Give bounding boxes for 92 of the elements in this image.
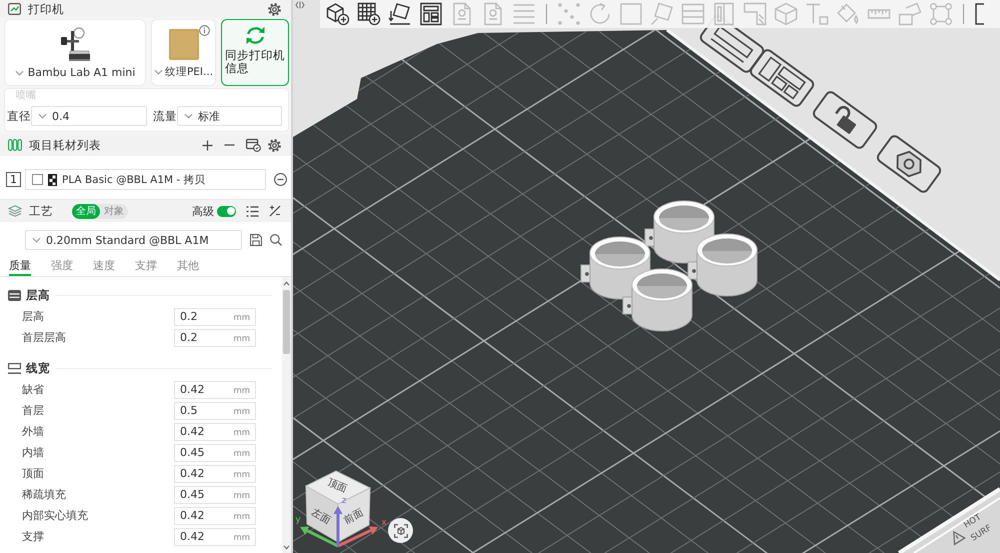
setting-label: 首层层高 xyxy=(22,330,67,345)
tab[interactable]: 强度 xyxy=(51,256,73,276)
filament-index: 1 xyxy=(6,172,21,187)
minus-icon[interactable] xyxy=(224,144,235,146)
filament-dropdown[interactable]: PLA Basic @BBL A1M - 拷贝 xyxy=(25,169,266,190)
warning-icon xyxy=(953,530,966,546)
ring-model xyxy=(688,234,758,296)
cube-face-label: 左面 xyxy=(310,507,332,527)
advanced-label: 高级 xyxy=(192,204,214,218)
layout-icon xyxy=(748,47,816,109)
setting-label: 支撑 xyxy=(22,529,45,544)
cube-face-label: 前面 xyxy=(342,508,366,526)
setting-field[interactable]: 0.42 mm xyxy=(174,528,256,546)
tab[interactable]: 速度 xyxy=(93,256,115,276)
cube-face-label: 顶面 xyxy=(326,477,348,495)
setting-label: 顶面 xyxy=(22,466,45,481)
settings-icon[interactable] xyxy=(268,138,281,152)
plus-minus-icon[interactable] xyxy=(269,205,281,217)
chevron-down-icon xyxy=(154,69,163,75)
save-icon[interactable] xyxy=(250,234,262,246)
tab[interactable]: 质量 xyxy=(9,256,31,276)
plate-name: 纹理PEI... xyxy=(164,65,214,79)
ring-model xyxy=(622,268,692,332)
printer-name: Bambu Lab A1 mini xyxy=(28,66,136,79)
scrollbar-thumb[interactable] xyxy=(283,290,290,354)
sync-printer-button[interactable]: 同步打印机信息 xyxy=(221,19,289,86)
setting-field[interactable]: 0.45 mm xyxy=(174,486,256,504)
info-icon[interactable] xyxy=(199,25,210,36)
scroll-up-icon[interactable] xyxy=(283,281,290,286)
scroll-down-icon[interactable] xyxy=(283,545,290,550)
setting-label: 稀疏填充 xyxy=(22,487,67,502)
flow-dropdown[interactable]: 标准 xyxy=(177,106,282,126)
setting-field[interactable]: 0.2 mm xyxy=(174,308,256,326)
group-title: 线宽 xyxy=(26,360,50,376)
setting-label: 首层 xyxy=(22,403,45,418)
layers-icon xyxy=(8,205,22,217)
focus-cube-icon xyxy=(394,524,408,538)
setting-label: 缺省 xyxy=(22,382,45,397)
setting-label: 外墙 xyxy=(22,424,45,439)
add-cube-icon[interactable] xyxy=(326,2,350,26)
tab[interactable]: 支撑 xyxy=(135,256,157,276)
search-icon[interactable] xyxy=(270,234,282,246)
section-title: 工艺 xyxy=(29,204,53,218)
chart-icon xyxy=(8,3,21,15)
setting-field[interactable]: 0.42 mm xyxy=(174,422,256,440)
sync-icon xyxy=(244,25,266,46)
chevron-down-icon xyxy=(184,113,193,119)
layout-icon[interactable] xyxy=(419,2,443,26)
setting-label: 内墙 xyxy=(22,445,45,460)
setting-field[interactable]: 0.42 mm xyxy=(174,380,256,398)
scrollbar-track[interactable] xyxy=(282,277,291,553)
setting-field[interactable]: 0.2 mm xyxy=(174,328,256,346)
view-cube[interactable] xyxy=(304,470,372,543)
axis-label: z xyxy=(342,496,346,506)
remove-icon[interactable] xyxy=(274,173,287,186)
diameter-dropdown[interactable]: 0.4 xyxy=(31,106,147,126)
setting-field[interactable]: 0.42 mm xyxy=(174,464,256,482)
section-title: 项目耗材列表 xyxy=(29,138,101,152)
chevron-down-icon xyxy=(38,113,47,119)
collapse-handle-icon[interactable] xyxy=(295,1,305,9)
list-icon[interactable] xyxy=(246,206,259,216)
window-check-icon[interactable] xyxy=(246,138,261,152)
filament-swatch-icon xyxy=(48,174,57,186)
hexagon-icon xyxy=(874,133,944,195)
chevron-down-icon xyxy=(32,237,41,243)
bar-frame-icon xyxy=(8,362,21,374)
printer-card[interactable]: Bambu Lab A1 mini xyxy=(4,19,146,86)
section-title: 打印机 xyxy=(28,2,64,16)
plus-icon[interactable] xyxy=(202,140,213,150)
setting-field[interactable]: 0.5 mm xyxy=(174,402,256,420)
setting-label: 层高 xyxy=(22,309,45,324)
setting-field[interactable]: 0.42 mm xyxy=(174,506,256,524)
lock-icon xyxy=(810,89,880,151)
preset-dropdown[interactable]: 0.20mm Standard @BBL A1M xyxy=(25,230,242,250)
advanced-switch[interactable] xyxy=(217,206,236,216)
plate-swatch-icon xyxy=(168,29,198,60)
spools-icon xyxy=(8,139,22,151)
group-title: 层高 xyxy=(26,288,50,302)
setting-field[interactable]: 0.45 mm xyxy=(174,444,256,462)
striped-box-icon xyxy=(8,290,21,300)
plate-card[interactable]: 纹理PEI... xyxy=(151,19,216,86)
chevron-down-icon xyxy=(14,70,24,76)
3d-printer-icon xyxy=(60,27,90,61)
setting-label: 内部实心填充 xyxy=(22,508,89,523)
field-label: 流量 xyxy=(153,108,176,124)
settings-icon[interactable] xyxy=(268,2,281,16)
checkbox[interactable] xyxy=(32,174,43,185)
field-label: 直径 xyxy=(7,108,31,124)
axis-label: y xyxy=(295,515,301,525)
axis-label: x xyxy=(381,518,387,528)
group-label: 喷嘴 xyxy=(15,90,37,103)
add-grid-icon[interactable] xyxy=(357,2,381,26)
